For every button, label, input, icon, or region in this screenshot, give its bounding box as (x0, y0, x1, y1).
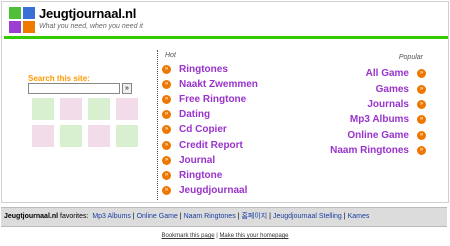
bullet-arrow-icon: » (417, 146, 426, 156)
hot-link-label[interactable]: Credit Report (179, 140, 243, 151)
popular-links-list: All Game » Games » Journals » Mp3 Albums… (330, 66, 426, 158)
thumbnail-image[interactable] (32, 98, 54, 120)
hot-link-item[interactable]: » Ringtones (162, 62, 258, 77)
site-logo-icon[interactable] (9, 7, 35, 33)
favorite-link[interactable]: 홈페이지 (241, 213, 267, 220)
site-tagline: What you need, when you need it (39, 23, 143, 30)
logo-square-green (9, 7, 21, 19)
favorites-separator: | (179, 213, 182, 220)
header-divider (4, 36, 448, 39)
hot-link-label[interactable]: Free Ringtone (179, 94, 246, 105)
bullet-arrow-icon: » (162, 125, 171, 135)
popular-link-label[interactable]: Journals (367, 99, 409, 110)
favorite-link[interactable]: Kames (348, 213, 370, 220)
thumbnail-image[interactable] (116, 98, 138, 120)
footer: Bookmark this page | Make this your home… (0, 233, 450, 239)
bullet-arrow-icon: » (162, 170, 171, 180)
hot-link-label[interactable]: Journal (179, 155, 215, 166)
popular-link-label[interactable]: Online Game (347, 130, 409, 141)
footer-separator: | (216, 233, 218, 239)
hot-link-item[interactable]: » Jeugdjournaal (162, 183, 258, 198)
favorite-link[interactable]: Mp3 Albums (92, 213, 131, 220)
homepage-link[interactable]: Make this your homepage (219, 233, 288, 239)
popular-link-item[interactable]: Online Game » (330, 128, 426, 143)
search-button[interactable]: » (122, 83, 132, 94)
popular-link-label[interactable]: Games (376, 84, 409, 95)
bullet-arrow-icon: » (417, 99, 426, 109)
bullet-arrow-icon: » (417, 69, 426, 79)
favorite-link[interactable]: Jeugdjournaal Stelling (273, 213, 342, 220)
bullet-arrow-icon: » (417, 115, 426, 125)
hot-link-item[interactable]: » Credit Report (162, 137, 258, 152)
thumbnail-image[interactable] (32, 125, 54, 147)
hot-link-label[interactable]: Jeugdjournaal (179, 185, 247, 196)
logo-square-orange (23, 21, 35, 33)
hot-link-label[interactable]: Ringtone (179, 170, 222, 181)
site-title[interactable]: Jeugtjournaal.nl (39, 6, 136, 21)
popular-link-label[interactable]: Naam Ringtones (330, 145, 409, 156)
bullet-arrow-icon: » (417, 130, 426, 140)
hot-link-item[interactable]: » Cd Copier (162, 122, 258, 137)
search-input[interactable] (28, 83, 120, 94)
hot-link-label[interactable]: Naakt Zwemmen (179, 79, 258, 90)
favorites-label: favorites: (58, 213, 89, 220)
favorites-bar: Jeugtjournaal.nl favorites: Mp3 Albums |… (1, 207, 447, 227)
bullet-arrow-icon: » (162, 95, 171, 105)
popular-link-label[interactable]: All Game (366, 68, 409, 79)
hot-link-label[interactable]: Ringtones (179, 64, 228, 75)
hot-link-item[interactable]: » Ringtone (162, 168, 258, 183)
bullet-arrow-icon: » (162, 140, 171, 150)
search-label: Search this site: (28, 74, 90, 83)
hot-link-item[interactable]: » Naakt Zwemmen (162, 77, 258, 92)
thumbnail-image[interactable] (88, 125, 110, 147)
thumbnail-image[interactable] (116, 125, 138, 147)
logo-square-purple (9, 21, 21, 33)
bullet-arrow-icon: » (162, 110, 171, 120)
bullet-arrow-icon: » (162, 80, 171, 90)
popular-link-item[interactable]: Mp3 Albums » (330, 112, 426, 127)
thumbnail-image[interactable] (60, 125, 82, 147)
popular-header: Popular (398, 54, 423, 61)
thumbnail-grid (32, 98, 144, 147)
popular-link-label[interactable]: Mp3 Albums (350, 114, 409, 125)
bullet-arrow-icon: » (162, 65, 171, 75)
bullet-arrow-icon: » (162, 155, 171, 165)
page-frame: Jeugtjournaal.nl What you need, when you… (1, 1, 449, 203)
favorites-separator: | (132, 213, 135, 220)
column-divider (157, 50, 158, 200)
hot-link-item[interactable]: » Free Ringtone (162, 92, 258, 107)
logo-square-blue (23, 7, 35, 19)
bullet-arrow-icon: » (417, 84, 426, 94)
favorites-site-name[interactable]: Jeugtjournaal.nl (4, 213, 58, 220)
favorites-separator: | (237, 213, 240, 220)
hot-link-item[interactable]: » Journal (162, 153, 258, 168)
bullet-arrow-icon: » (162, 185, 171, 195)
hot-link-label[interactable]: Cd Copier (179, 124, 227, 135)
bookmark-link[interactable]: Bookmark this page (162, 233, 215, 239)
hot-link-item[interactable]: » Dating (162, 107, 258, 122)
thumbnail-image[interactable] (88, 98, 110, 120)
popular-link-item[interactable]: Games » (330, 81, 426, 96)
favorites-separator: | (343, 213, 346, 220)
favorite-link[interactable]: Naam Ringtones (184, 213, 236, 220)
hot-header: Hot (165, 52, 176, 59)
popular-link-item[interactable]: Naam Ringtones » (330, 143, 426, 158)
favorite-link[interactable]: Online Game (137, 213, 178, 220)
popular-link-item[interactable]: Journals » (330, 97, 426, 112)
thumbnail-image[interactable] (60, 98, 82, 120)
hot-link-label[interactable]: Dating (179, 109, 210, 120)
hot-links-list: » Ringtones » Naakt Zwemmen » Free Ringt… (162, 62, 258, 198)
popular-link-item[interactable]: All Game » (330, 66, 426, 81)
favorites-separator: | (269, 213, 271, 220)
